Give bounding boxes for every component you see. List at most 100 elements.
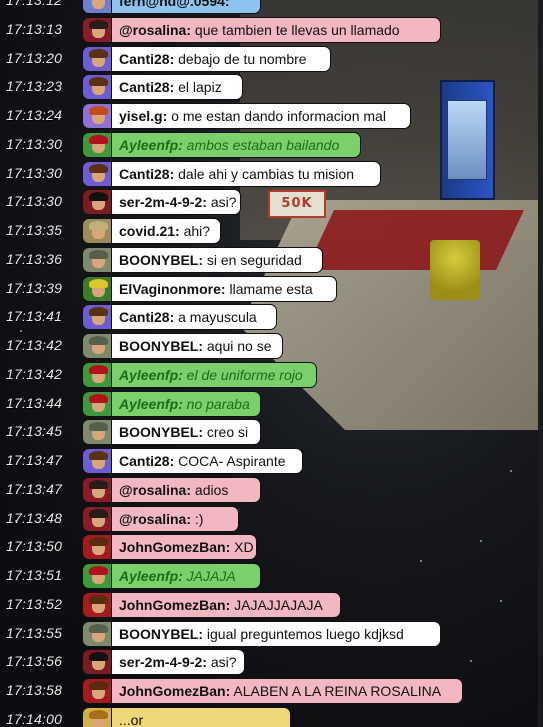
brown-hair-icon[interactable]	[82, 448, 112, 474]
chat-message-row: 17:13:12 fern@nd@.0594:	[0, 0, 543, 15]
chat-bubble[interactable]: Ayleenfp: no paraba	[111, 391, 261, 417]
message-username[interactable]: Canti28:	[119, 79, 174, 95]
chat-message-row: 17:13:50 JohnGomezBan: XD	[0, 533, 543, 561]
chat-bubble[interactable]: ElVaginonmore: llamame esta	[111, 276, 337, 302]
chat-bubble[interactable]: @rosalina: adios	[111, 477, 261, 503]
message-username[interactable]: @rosalina:	[119, 482, 191, 498]
brown-hair-icon[interactable]	[82, 74, 112, 100]
message-text: llamame esta	[225, 281, 313, 297]
chat-bubble[interactable]: Canti28: COCA- Aspirante	[111, 448, 303, 474]
rasta-avatar-icon[interactable]	[82, 276, 112, 302]
chat-bubble[interactable]: Ayleenfp: JAJAJA	[111, 563, 261, 589]
purple-hair-icon[interactable]	[82, 103, 112, 129]
yellow-avatar-icon[interactable]	[82, 707, 112, 727]
brown-hair-icon[interactable]	[82, 304, 112, 330]
message-text: ...or	[119, 712, 144, 727]
message-timestamp: 17:13:51	[6, 567, 63, 583]
red-helmet-icon[interactable]	[82, 534, 112, 560]
chat-bubble[interactable]: Canti28: a mayuscula	[111, 304, 277, 330]
chat-bubble[interactable]: ...or	[111, 707, 291, 727]
message-text: que tambien te llevas un llamado	[191, 22, 400, 38]
rose-avatar-icon[interactable]	[82, 477, 112, 503]
chat-message-row: 17:13:23 Canti28: el lapiz	[0, 73, 543, 101]
message-username[interactable]: JohnGomezBan:	[119, 683, 230, 699]
chat-message-row: 17:13:42 Ayleenfp: el de uniforme rojo	[0, 361, 543, 389]
message-username[interactable]: Ayleenfp:	[119, 396, 183, 412]
message-username[interactable]: Canti28:	[119, 309, 174, 325]
khaki-avatar-icon[interactable]	[82, 218, 112, 244]
message-username[interactable]: ser-2m-4-9-2:	[119, 194, 207, 210]
message-timestamp: 17:13:47	[6, 481, 63, 497]
message-username[interactable]: covid.21:	[119, 223, 180, 239]
message-text: a mayuscula	[174, 309, 257, 325]
red-hair-icon[interactable]	[82, 132, 112, 158]
message-username[interactable]: fern@nd@.0594:	[119, 0, 230, 9]
chat-bubble[interactable]: Ayleenfp: el de uniforme rojo	[111, 362, 317, 388]
message-username[interactable]: Canti28:	[119, 51, 174, 67]
message-username[interactable]: Ayleenfp:	[119, 568, 183, 584]
message-timestamp: 17:14:00	[6, 711, 63, 727]
chat-bubble[interactable]: JohnGomezBan: JAJAJJAJAJA	[111, 592, 341, 618]
helmet-avatar-icon[interactable]	[82, 621, 112, 647]
avatar-hair	[89, 164, 108, 173]
chat-bubble[interactable]: yisel.g: o me estan dando informacion ma…	[111, 103, 411, 129]
avatar-hair	[89, 192, 108, 201]
message-timestamp: 17:13:50	[6, 538, 63, 554]
message-text: :)	[191, 511, 204, 527]
avatar-hair	[89, 451, 108, 460]
chat-bubble[interactable]: JohnGomezBan: ALABEN A LA REINA ROSALINA	[111, 678, 463, 704]
message-username[interactable]: yisel.g:	[119, 108, 167, 124]
brown-hair-icon[interactable]	[82, 161, 112, 187]
message-username[interactable]: @rosalina:	[119, 22, 191, 38]
avatar-hair	[89, 77, 108, 86]
chat-bubble[interactable]: BOONYBEL: si en seguridad	[111, 247, 323, 273]
red-hair-icon[interactable]	[82, 563, 112, 589]
chat-bubble[interactable]: Canti28: el lapiz	[111, 74, 243, 100]
message-username[interactable]: Canti28:	[119, 166, 174, 182]
chat-message-row: 17:13:41 Canti28: a mayuscula	[0, 303, 543, 331]
message-username[interactable]: BOONYBEL:	[119, 252, 203, 268]
message-username[interactable]: ElVaginonmore:	[119, 281, 226, 297]
message-text: si en seguridad	[203, 252, 302, 268]
chat-bubble[interactable]: BOONYBEL: creo si	[111, 419, 261, 445]
rose-avatar-icon[interactable]	[82, 506, 112, 532]
chat-bubble[interactable]: JohnGomezBan: XD	[111, 534, 257, 560]
message-username[interactable]: BOONYBEL:	[119, 424, 203, 440]
rose-avatar-icon[interactable]	[82, 17, 112, 43]
helmet-avatar-icon[interactable]	[82, 247, 112, 273]
message-timestamp: 17:13:42	[6, 366, 63, 382]
message-username[interactable]: BOONYBEL:	[119, 338, 203, 354]
message-username[interactable]: Ayleenfp:	[119, 137, 183, 153]
chat-message-row: 17:13:30 Canti28: dale ahi y cambias tu m…	[0, 160, 543, 188]
brown-hair-icon[interactable]	[82, 46, 112, 72]
avatar-hair	[89, 250, 108, 259]
chat-bubble[interactable]: BOONYBEL: aqui no se	[111, 333, 283, 359]
helmet-avatar-icon[interactable]	[82, 419, 112, 445]
red-hair-icon[interactable]	[82, 362, 112, 388]
message-username[interactable]: Canti28:	[119, 453, 174, 469]
dark-avatar-icon[interactable]	[82, 649, 112, 675]
red-helmet-icon[interactable]	[82, 678, 112, 704]
red-hair-icon[interactable]	[82, 391, 112, 417]
message-username[interactable]: ser-2m-4-9-2:	[119, 654, 207, 670]
message-username[interactable]: @rosalina:	[119, 511, 191, 527]
chat-bubble[interactable]: ser-2m-4-9-2: asi?	[111, 649, 245, 675]
chat-bubble[interactable]: @rosalina: :)	[111, 506, 239, 532]
message-username[interactable]: BOONYBEL:	[119, 626, 203, 642]
blue-hair-icon[interactable]	[82, 0, 112, 14]
dark-avatar-icon[interactable]	[82, 189, 112, 215]
helmet-avatar-icon[interactable]	[82, 333, 112, 359]
chat-bubble[interactable]: covid.21: ahi?	[111, 218, 221, 244]
chat-bubble[interactable]: ser-2m-4-9-2: asi?	[111, 189, 241, 215]
message-username[interactable]: Ayleenfp:	[119, 367, 183, 383]
chat-bubble[interactable]: fern@nd@.0594:	[111, 0, 261, 14]
message-username[interactable]: JohnGomezBan:	[119, 597, 230, 613]
chat-bubble[interactable]: Canti28: dale ahi y cambias tu mision	[111, 161, 381, 187]
message-username[interactable]: JohnGomezBan:	[119, 539, 230, 555]
red-helmet-icon[interactable]	[82, 592, 112, 618]
chat-bubble[interactable]: Ayleenfp: ambos estaban bailando	[111, 132, 361, 158]
chat-bubble[interactable]: BOONYBEL: igual preguntemos luego kdjksd	[111, 621, 441, 647]
avatar-hair	[89, 652, 108, 661]
chat-bubble[interactable]: Canti28: debajo de tu nombre	[111, 46, 331, 72]
chat-bubble[interactable]: @rosalina: que tambien te llevas un llam…	[111, 17, 441, 43]
